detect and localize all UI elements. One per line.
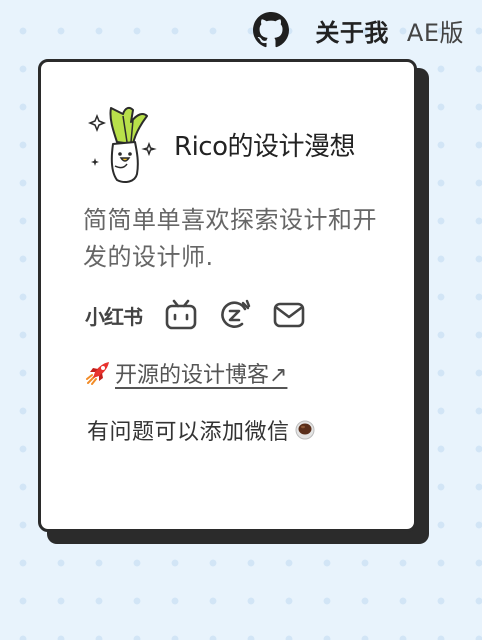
coffee-icon <box>295 420 315 440</box>
open-source-blog-link[interactable]: 开源的设计博客↗ <box>85 357 287 389</box>
nav-ae-version-link[interactable]: AE版 <box>407 13 464 48</box>
wechat-contact-label: 有问题可以添加微信 <box>87 420 290 445</box>
bilibili-icon[interactable] <box>164 298 198 332</box>
wechat-contact: 有问题可以添加微信 <box>87 414 316 446</box>
profile-description: 简简单单喜欢探索设计和开发的设计师. <box>83 206 377 271</box>
mail-icon[interactable] <box>272 298 306 332</box>
nav-about-link[interactable]: 关于我 <box>315 13 389 48</box>
profile-card: Rico的设计漫想 简简单单喜欢探索设计和开发的设计师. 小红书 开源的设计博客… <box>38 59 417 532</box>
top-nav: 关于我 AE版 <box>253 10 464 50</box>
blog-link-label: 开源的设计博客↗ <box>115 363 288 388</box>
github-icon[interactable] <box>253 12 290 48</box>
rocket-icon <box>86 362 109 385</box>
blog-title: Rico的设计漫想 <box>174 132 356 162</box>
zcool-icon[interactable] <box>218 298 252 332</box>
social-links: 小红书 <box>85 298 326 332</box>
leek-mascot-icon <box>87 106 157 183</box>
xiaohongshu-link[interactable]: 小红书 <box>85 301 143 330</box>
